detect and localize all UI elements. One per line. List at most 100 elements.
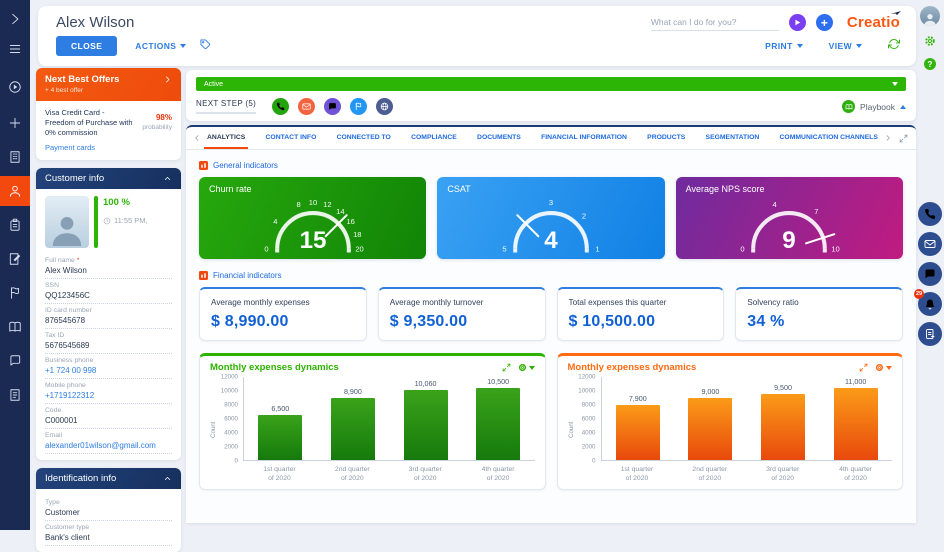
process-run-button[interactable] (788, 14, 806, 31)
tab-financial-information[interactable]: FINANCIAL INFORMATION (538, 127, 630, 149)
help-icon[interactable]: ? (924, 58, 936, 70)
section-financial-indicators[interactable]: Financial indicators (199, 271, 903, 280)
knowledge-book-icon[interactable] (0, 312, 30, 342)
svg-text:14: 14 (336, 207, 344, 216)
identification-info-header[interactable]: Identification info (36, 468, 181, 490)
field-full-name: Full name * Alex Wilson (45, 254, 172, 280)
tab-communication-channels[interactable]: COMMUNICATION CHANNELS (777, 127, 881, 149)
svg-text:3: 3 (549, 198, 553, 207)
company-icon[interactable] (0, 142, 30, 172)
assistant-search-input[interactable]: What can I do for you? (650, 15, 779, 31)
chat-icon[interactable] (918, 262, 942, 286)
bar[interactable] (615, 405, 660, 460)
print-button[interactable]: PRINT (765, 41, 803, 51)
tab-segmentation[interactable]: SEGMENTATION (703, 127, 763, 149)
chevron-right-icon[interactable] (0, 4, 30, 34)
next-best-offers-header[interactable]: Next Best Offers + 4 best offer (36, 68, 181, 101)
chevron-down-icon (796, 44, 803, 48)
gauge-average-nps[interactable]: Average NPS score 0 4 7 10 9 (675, 177, 903, 259)
notifications-bell-icon[interactable]: 29 (914, 289, 942, 316)
section-general-indicators[interactable]: General indicators (199, 161, 903, 170)
tasks-clipboard-icon[interactable] (0, 210, 30, 240)
call-icon[interactable] (918, 202, 942, 226)
email-icon[interactable] (918, 232, 942, 256)
bar[interactable] (403, 390, 448, 460)
bar-column: 9,500 (747, 377, 820, 460)
chart-settings-gear-icon[interactable] (875, 363, 892, 372)
expand-chart-icon[interactable] (502, 363, 511, 372)
bar[interactable] (833, 388, 878, 460)
playbook-button[interactable]: Playbook (842, 100, 906, 113)
tab-products[interactable]: PRODUCTS (644, 127, 688, 149)
identification-info-card: Identification info Type Customer Customer… (36, 468, 181, 552)
chat-bubbles-icon[interactable] (0, 346, 30, 376)
task-file-icon[interactable] (918, 322, 942, 346)
field-label: SSN (45, 282, 59, 290)
tab-compliance[interactable]: COMPLIANCE (408, 127, 460, 149)
tab-analytics[interactable]: ANALYTICS (204, 127, 249, 149)
customer-photo[interactable] (45, 196, 89, 249)
tabs-scroll-right[interactable] (881, 127, 895, 149)
field-id-card-number: ID card number 876545678 (45, 304, 172, 330)
bar[interactable] (688, 397, 733, 460)
y-tick-label: 10000 (578, 387, 596, 395)
process-play-icon[interactable] (0, 72, 30, 102)
bar[interactable] (476, 388, 521, 460)
contact-person-icon[interactable] (0, 176, 30, 206)
field-label: Email (45, 432, 62, 440)
invoice-file-icon[interactable] (0, 380, 30, 410)
field-value: 5676545689 (45, 341, 90, 351)
next-step-chat-icon[interactable] (324, 98, 342, 115)
close-button[interactable]: CLOSE (56, 36, 118, 56)
svg-text:9: 9 (783, 227, 796, 254)
offer-category-link[interactable]: Payment cards (45, 143, 172, 152)
gauge-csat[interactable]: CSAT 5321 4 (437, 177, 665, 259)
chart-settings-gear-icon[interactable] (518, 363, 535, 372)
tab-documents[interactable]: DOCUMENTS (474, 127, 524, 149)
gauge-churn-rate[interactable]: Churn rate 0 4 8 10 12 14 16 18 20 15 (199, 177, 427, 259)
settings-gear-icon[interactable] (924, 34, 936, 52)
customer-info-header[interactable]: Customer info (36, 168, 181, 190)
flag-icon[interactable] (0, 278, 30, 308)
field-value[interactable]: +1719122312 (45, 391, 172, 400)
next-step-flag-icon[interactable] (350, 98, 368, 115)
svg-text:8: 8 (296, 200, 300, 209)
next-step-email-icon[interactable] (298, 98, 316, 115)
bar[interactable] (330, 398, 375, 460)
fullscreen-icon[interactable] (895, 127, 912, 149)
actions-button[interactable]: ACTIONS (135, 41, 187, 51)
communication-panel: 29 (914, 202, 942, 346)
tab-connected-to[interactable]: CONNECTED TO (334, 127, 394, 149)
menu-icon[interactable] (0, 34, 30, 64)
kpi-solvency-ratio[interactable]: Solvency ratio 34 % (735, 287, 903, 341)
bar[interactable] (258, 415, 303, 460)
expand-chart-icon[interactable] (859, 363, 868, 372)
refresh-icon[interactable] (888, 37, 900, 55)
status-bar-active[interactable]: Active (196, 77, 906, 91)
y-tick-label: 10000 (220, 387, 238, 395)
view-button[interactable]: VIEW (829, 41, 862, 51)
kpi-average-monthly-turnover[interactable]: Average monthly turnover $ 9,350.00 (377, 287, 546, 341)
tabs-scroll-left[interactable] (190, 127, 204, 149)
x-tick-label: 4th quarter of 2020 (481, 466, 515, 483)
svg-text:5: 5 (502, 245, 506, 254)
next-step-call-icon[interactable] (272, 98, 290, 115)
user-avatar[interactable] (920, 6, 940, 26)
bar[interactable] (761, 394, 806, 460)
chevron-up-icon (164, 477, 171, 481)
tab-contact-info[interactable]: CONTACT INFO (263, 127, 320, 149)
field-value[interactable]: +1 724 00 998 (45, 366, 172, 375)
status-panel: Active NEXT STEP (5) Playbook (186, 70, 916, 121)
edit-document-icon[interactable] (0, 244, 30, 274)
profile-completeness-value: 100 % (103, 197, 130, 209)
field-value[interactable]: alexander01wilson@gmail.com (45, 441, 172, 450)
kpi-total-expenses-quarter[interactable]: Total expenses this quarter $ 10,500.00 (556, 287, 725, 341)
tag-icon[interactable] (200, 37, 211, 55)
next-step-web-icon[interactable] (376, 98, 394, 115)
add-plus-icon[interactable] (0, 108, 30, 138)
y-tick-label: 0 (234, 457, 238, 465)
kpi-average-monthly-expenses[interactable]: Average monthly expenses $ 8,990.00 (199, 287, 367, 341)
y-tick-label: 4000 (224, 429, 238, 437)
svg-text:2: 2 (582, 212, 586, 221)
quick-add-button[interactable]: + (815, 14, 833, 31)
